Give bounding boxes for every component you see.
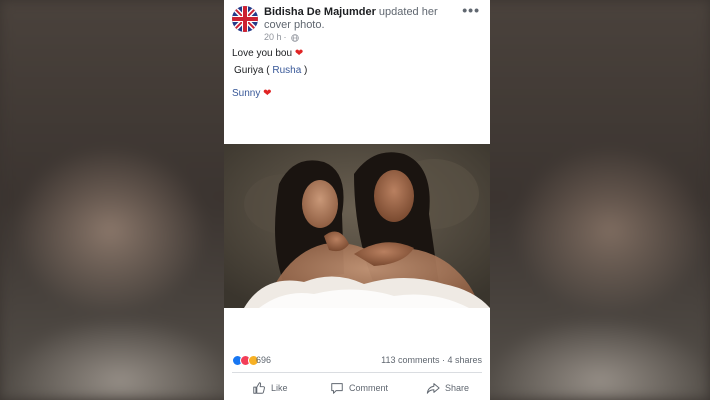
like-label: Like xyxy=(271,383,288,393)
author-name[interactable]: Bidisha De Majumder xyxy=(264,6,376,18)
comment-label: Comment xyxy=(349,383,389,393)
caption-text-2-suffix: ) xyxy=(301,65,308,76)
cover-photo-image xyxy=(224,144,490,308)
share-button[interactable]: Share xyxy=(426,379,469,397)
caption-line-2: Guriya ( Rusha ) xyxy=(234,65,307,76)
meta-separator: · xyxy=(283,32,287,42)
more-options-icon[interactable]: ••• xyxy=(462,2,480,18)
post-time[interactable]: 20 h xyxy=(264,32,282,42)
caption-text-2: Guriya ( xyxy=(234,65,273,76)
thumbs-up-icon xyxy=(253,382,265,394)
divider xyxy=(232,372,482,373)
post-header: Bidisha De Majumder updated her cover ph… xyxy=(224,0,490,44)
heart-emoji: ❤ xyxy=(294,48,304,59)
facebook-post-card: Bidisha De Majumder updated her cover ph… xyxy=(224,0,490,400)
reactions-bar: 696 113 comments · 4 shares xyxy=(224,350,490,372)
cover-photo[interactable] xyxy=(224,144,490,308)
share-label: Share xyxy=(445,383,470,393)
comment-button[interactable]: Comment xyxy=(330,379,388,397)
heart-emoji: ❤ xyxy=(263,88,272,99)
speech-bubble-icon xyxy=(331,383,343,394)
tag-link-rusha[interactable]: Rusha xyxy=(272,65,301,76)
post-meta: 20 h · xyxy=(264,32,299,42)
caption-line-3: Sunny ❤ xyxy=(232,88,272,99)
caption-text-1: Love you bou xyxy=(232,48,295,59)
share-count[interactable]: 4 shares xyxy=(447,355,482,365)
union-jack-avatar-image xyxy=(232,6,258,32)
caption-line-1: Love you bou ❤ xyxy=(232,48,303,59)
comment-share-counts: 113 comments · 4 shares xyxy=(381,355,482,365)
action-bar: Like Comment Share xyxy=(224,376,490,400)
comment-count[interactable]: 113 comments xyxy=(381,355,439,365)
post-headline: Bidisha De Majumder updated her cover ph… xyxy=(264,6,460,32)
author-avatar[interactable] xyxy=(232,6,258,32)
tag-link-sunny[interactable]: Sunny xyxy=(232,88,260,99)
globe-icon xyxy=(291,33,299,42)
share-arrow-icon xyxy=(426,383,440,394)
like-button[interactable]: Like xyxy=(252,379,288,397)
reaction-count[interactable]: 696 xyxy=(256,355,271,365)
